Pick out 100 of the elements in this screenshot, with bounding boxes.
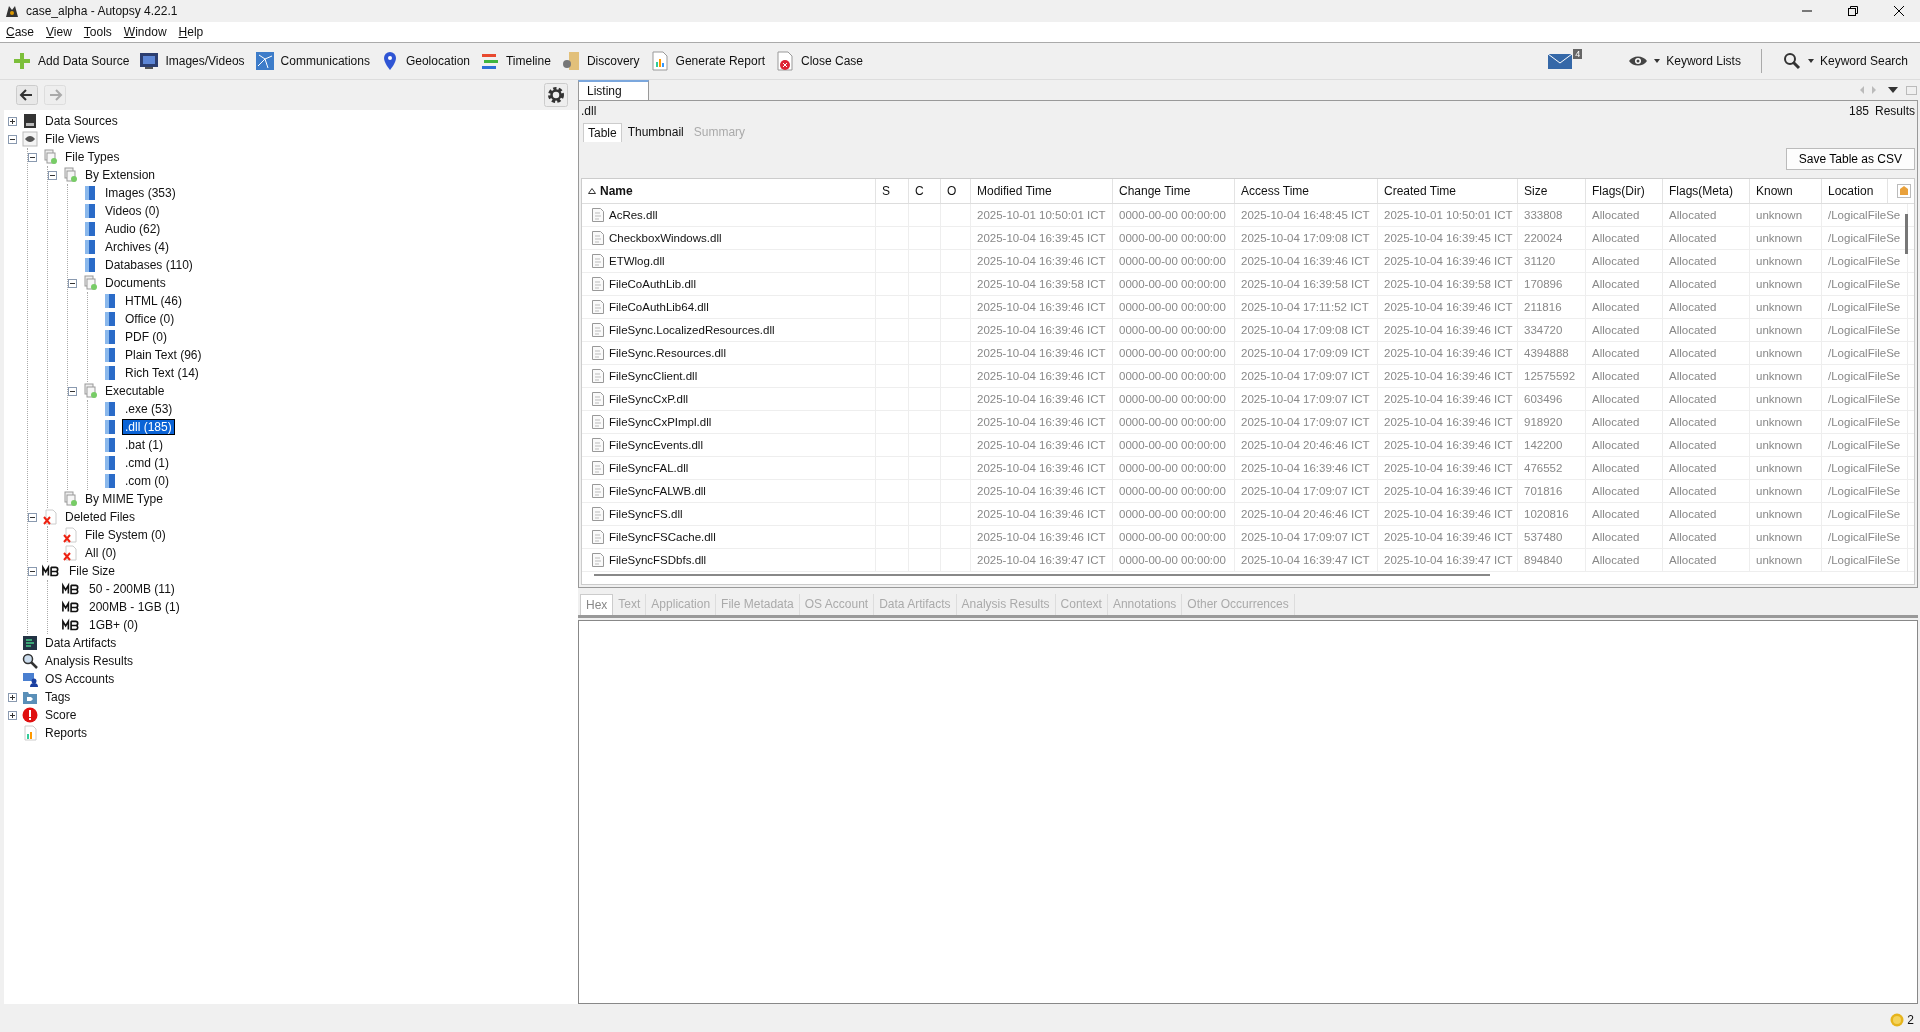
- column-header[interactable]: Created Time: [1378, 179, 1518, 203]
- column-header[interactable]: Flags(Meta): [1663, 179, 1750, 203]
- tab-nav-icon[interactable]: [1858, 84, 1918, 96]
- column-header[interactable]: Access Time: [1235, 179, 1378, 203]
- expand-icon[interactable]: [8, 710, 17, 720]
- tree-item[interactable]: Tags: [43, 690, 73, 704]
- column-header[interactable]: Flags(Dir): [1586, 179, 1663, 203]
- tree-item[interactable]: .exe (53): [123, 402, 175, 416]
- tree-item[interactable]: 200MB - 1GB (1): [87, 600, 182, 614]
- column-header[interactable]: Size: [1518, 179, 1586, 203]
- tree-item[interactable]: File System (0): [83, 528, 168, 542]
- menu-item[interactable]: View: [46, 25, 72, 39]
- toolbar-button[interactable]: Timeline: [476, 49, 555, 73]
- tree-item[interactable]: Deleted Files: [63, 510, 138, 524]
- tree-item[interactable]: .dll (185): [123, 420, 174, 434]
- collapse-icon[interactable]: [28, 152, 37, 162]
- expand-icon[interactable]: [8, 692, 17, 702]
- tree-item[interactable]: .com (0): [123, 474, 171, 488]
- content-tab[interactable]: Hex: [580, 594, 614, 615]
- close-icon[interactable]: [1894, 6, 1904, 16]
- scrollbar-thumb[interactable]: [594, 574, 1490, 576]
- column-header[interactable]: S: [876, 179, 909, 203]
- tree-item[interactable]: Plain Text (96): [123, 348, 204, 362]
- column-header[interactable]: Modified Time: [971, 179, 1113, 203]
- tree-item[interactable]: Databases (110): [103, 258, 195, 272]
- table-cell: unknown: [1756, 393, 1803, 405]
- column-header[interactable]: C: [909, 179, 941, 203]
- collapse-icon[interactable]: [68, 386, 77, 396]
- file-icon: [592, 346, 604, 360]
- menu-item[interactable]: Tools: [83, 25, 112, 39]
- table-cell: 2025-10-04 16:39:45 ICT: [1384, 232, 1513, 244]
- toolbar-button[interactable]: Geolocation: [375, 49, 474, 73]
- tree-item[interactable]: Images (353): [103, 186, 178, 200]
- toolbar-button[interactable]: Communications: [250, 49, 374, 73]
- tree-item[interactable]: Data Sources: [43, 114, 120, 128]
- collapse-icon[interactable]: [68, 278, 77, 288]
- tree-item[interactable]: .bat (1): [123, 438, 165, 452]
- table-cell: Allocated: [1669, 462, 1717, 474]
- tree-item[interactable]: Office (0): [123, 312, 177, 326]
- toolbar-button[interactable]: Keyword Lists: [1624, 49, 1745, 73]
- view-tab[interactable]: Table: [583, 123, 622, 142]
- menu-item[interactable]: Window: [123, 25, 167, 39]
- tree-item[interactable]: Analysis Results: [43, 654, 136, 668]
- tree-item[interactable]: PDF (0): [123, 330, 169, 344]
- column-header[interactable]: Change Time: [1113, 179, 1235, 203]
- column-header[interactable]: Name: [582, 179, 876, 203]
- toolbar-button[interactable]: Keyword Search: [1777, 49, 1912, 73]
- toolbar-button[interactable]: Add Data Source: [8, 49, 134, 73]
- menu-item[interactable]: Case: [6, 25, 35, 39]
- tree-item[interactable]: Score: [43, 708, 79, 722]
- expand-icon[interactable]: [8, 116, 17, 126]
- save-csv-button[interactable]: Save Table as CSV: [1785, 148, 1915, 170]
- tree-item[interactable]: OS Accounts: [43, 672, 117, 686]
- document-icon: [102, 437, 118, 453]
- file-icon: [592, 369, 604, 383]
- tree-item[interactable]: .cmd (1): [123, 456, 171, 470]
- tree-item[interactable]: Reports: [43, 726, 90, 740]
- tree-item[interactable]: Audio (62): [103, 222, 163, 236]
- tree-item[interactable]: Rich Text (14): [123, 366, 201, 380]
- tree-item[interactable]: Videos (0): [103, 204, 162, 218]
- toolbar-button[interactable]: Generate Report: [645, 49, 769, 73]
- tree-item[interactable]: Archives (4): [103, 240, 171, 254]
- tree-item[interactable]: By MIME Type: [83, 492, 165, 506]
- view-tab[interactable]: Thumbnail: [623, 123, 688, 142]
- toolbar-button[interactable]: Close Case: [770, 49, 867, 73]
- restore-icon[interactable]: [1848, 6, 1858, 16]
- table-cell: FileSyncFS.dll: [609, 508, 683, 520]
- document-icon: [82, 185, 98, 201]
- collapse-icon[interactable]: [48, 170, 57, 180]
- toolbar-button[interactable]: Images/Videos: [135, 49, 249, 73]
- mail-icon[interactable]: [1548, 53, 1573, 69]
- column-header[interactable]: Location: [1822, 179, 1888, 203]
- tree-item[interactable]: File Views: [43, 132, 102, 146]
- tree-item[interactable]: 50 - 200MB (11): [87, 582, 177, 596]
- tree-item[interactable]: 1GB+ (0): [87, 618, 141, 632]
- table-cell: 333808: [1524, 209, 1563, 221]
- scrollbar-thumb[interactable]: [1905, 214, 1908, 254]
- collapse-icon[interactable]: [8, 134, 17, 144]
- table-cell: Allocated: [1669, 508, 1717, 520]
- column-header[interactable]: Known: [1750, 179, 1822, 203]
- tree-item[interactable]: Documents: [103, 276, 168, 290]
- tree-item[interactable]: HTML (46): [123, 294, 184, 308]
- table-cell: FileSyncFALWB.dll: [609, 485, 706, 497]
- table-cell: unknown: [1756, 324, 1803, 336]
- tree-item[interactable]: File Types: [63, 150, 122, 164]
- tag-folder-icon: [22, 689, 38, 705]
- network-icon: [254, 51, 275, 71]
- settings-icon[interactable]: [544, 83, 568, 107]
- tree-item[interactable]: Data Artifacts: [43, 636, 119, 650]
- table-cell: /LogicalFileSe: [1828, 209, 1901, 221]
- toolbar-button[interactable]: Discovery: [556, 49, 644, 73]
- column-header[interactable]: O: [941, 179, 971, 203]
- collapse-icon[interactable]: [28, 512, 37, 522]
- tree-item[interactable]: By Extension: [83, 168, 158, 182]
- collapse-icon[interactable]: [28, 566, 37, 576]
- tree-item[interactable]: File Size: [67, 564, 117, 578]
- listing-tab[interactable]: Listing: [578, 80, 649, 100]
- tree-item[interactable]: All (0): [83, 546, 119, 560]
- tree-item[interactable]: Executable: [103, 384, 167, 398]
- menu-item[interactable]: Help: [178, 25, 204, 39]
